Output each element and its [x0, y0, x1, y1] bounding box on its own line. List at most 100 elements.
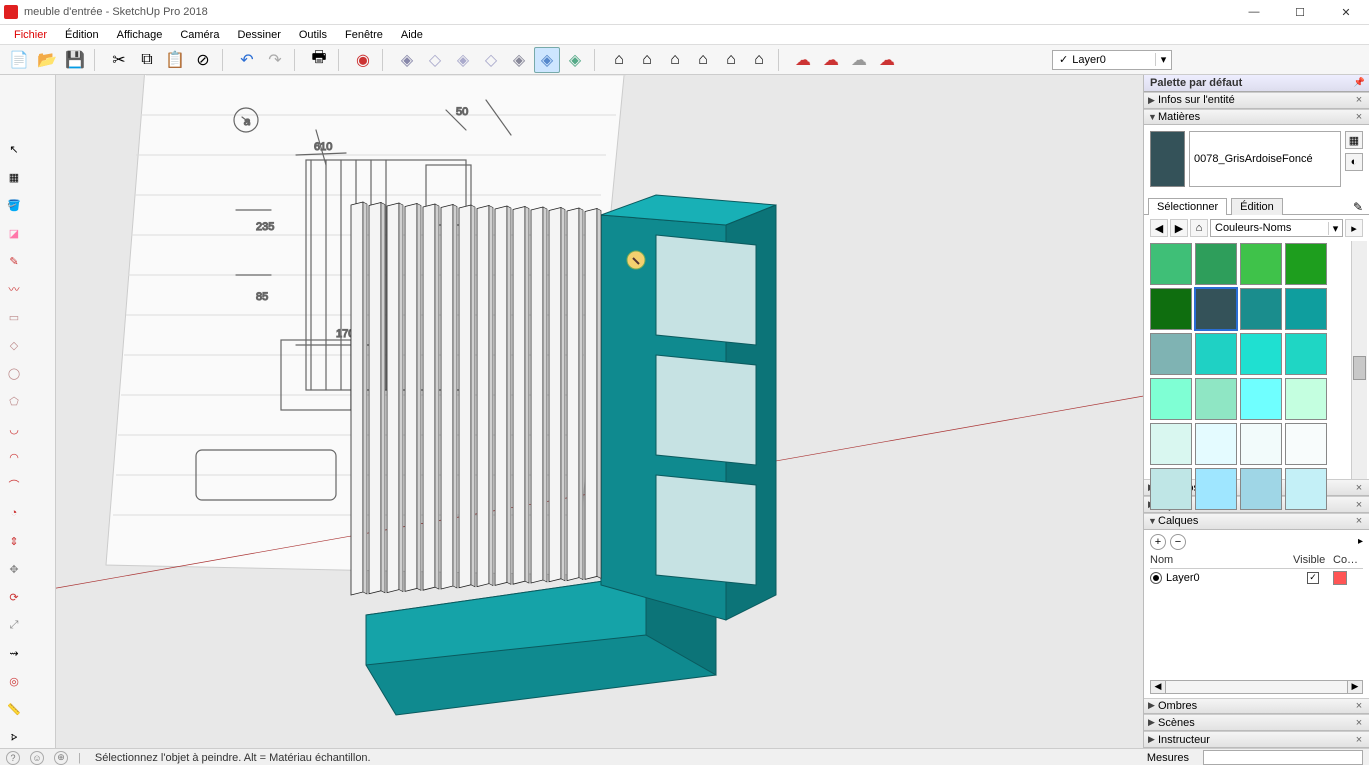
swatch-scrollbar[interactable]: [1351, 241, 1367, 479]
circle-tool[interactable]: ◯: [1, 360, 27, 386]
menu-aide[interactable]: Aide: [393, 27, 431, 43]
rectangle-rot-tool[interactable]: ◇: [1, 332, 27, 358]
menu-camera[interactable]: Caméra: [172, 27, 227, 43]
scrollbar-thumb[interactable]: [1353, 356, 1366, 380]
default-material-button[interactable]: ◐: [1345, 153, 1363, 171]
scroll-right-icon[interactable]: ▶: [1347, 680, 1363, 694]
copy-button[interactable]: ⧉: [134, 47, 160, 73]
paint-bucket-tool[interactable]: 🪣: [1, 192, 27, 218]
make-component-tool[interactable]: ▦: [1, 164, 27, 190]
color-swatch[interactable]: [1195, 333, 1237, 375]
arc2-tool[interactable]: ◠: [1, 444, 27, 470]
view-left-button[interactable]: ⌂: [746, 47, 772, 73]
move-tool[interactable]: ✥: [1, 556, 27, 582]
layer-visible-checkbox[interactable]: ✓: [1307, 572, 1319, 584]
library-menu-button[interactable]: ▸: [1345, 219, 1363, 237]
color-swatch[interactable]: [1240, 288, 1282, 330]
menu-edition[interactable]: Édition: [57, 27, 107, 43]
style-wire-button[interactable]: ◇: [422, 47, 448, 73]
color-swatch[interactable]: [1150, 468, 1192, 510]
pie-tool[interactable]: ◔: [1, 500, 27, 526]
style-mono-button[interactable]: ◈: [506, 47, 532, 73]
panel-layers[interactable]: ▼ Calques ×: [1144, 513, 1369, 530]
open-file-button[interactable]: 📂: [34, 47, 60, 73]
undo-button[interactable]: ↶: [234, 47, 260, 73]
scroll-left-icon[interactable]: ◀: [1150, 680, 1166, 694]
minimize-button[interactable]: —: [1231, 0, 1277, 25]
panel-materials[interactable]: ▼ Matières ×: [1144, 109, 1369, 126]
tape-tool[interactable]: 📏: [1, 696, 27, 722]
new-file-button[interactable]: 📄: [6, 47, 32, 73]
viewport[interactable]: a 610 50 235 85 170: [56, 75, 1143, 748]
color-swatch[interactable]: [1240, 243, 1282, 285]
color-swatch[interactable]: [1285, 243, 1327, 285]
color-swatch[interactable]: [1240, 378, 1282, 420]
close-icon[interactable]: ×: [1353, 700, 1365, 712]
tab-edit[interactable]: Édition: [1231, 198, 1283, 215]
color-swatch[interactable]: [1285, 333, 1327, 375]
redo-button[interactable]: ↷: [262, 47, 288, 73]
view-front-button[interactable]: ⌂: [662, 47, 688, 73]
color-swatch[interactable]: [1195, 468, 1237, 510]
offset-tool[interactable]: ◎: [1, 668, 27, 694]
remove-layer-button[interactable]: −: [1170, 534, 1186, 550]
color-swatch[interactable]: [1195, 378, 1237, 420]
close-button[interactable]: ✕: [1323, 0, 1369, 25]
color-swatch[interactable]: [1240, 333, 1282, 375]
col-color[interactable]: Co…: [1333, 554, 1363, 566]
material-name-field[interactable]: [1189, 131, 1341, 187]
color-swatch[interactable]: [1285, 288, 1327, 330]
color-swatch[interactable]: [1150, 378, 1192, 420]
color-swatch[interactable]: [1285, 378, 1327, 420]
protractor-tool[interactable]: ⦠: [1, 724, 27, 750]
add-layer-button[interactable]: +: [1150, 534, 1166, 550]
material-library-combo[interactable]: Couleurs-Noms ▾: [1210, 219, 1343, 237]
color-swatch[interactable]: [1195, 288, 1237, 330]
share-button[interactable]: ☁: [818, 47, 844, 73]
color-swatch[interactable]: [1240, 423, 1282, 465]
close-icon[interactable]: ×: [1353, 717, 1365, 729]
panel-entity-info[interactable]: ▶ Infos sur l'entité ×: [1144, 92, 1369, 109]
status-user-icon[interactable]: ☺: [30, 751, 44, 765]
followme-tool[interactable]: ⇝: [1, 640, 27, 666]
freehand-tool[interactable]: 〰: [1, 276, 27, 302]
style-xray-button[interactable]: ◈: [534, 47, 560, 73]
view-iso-button[interactable]: ⌂: [606, 47, 632, 73]
color-swatch[interactable]: [1285, 468, 1327, 510]
col-name[interactable]: Nom: [1150, 554, 1293, 566]
panel-instructor[interactable]: ▶ Instructeur ×: [1144, 731, 1369, 748]
menu-dessiner[interactable]: Dessiner: [229, 27, 288, 43]
nav-back-button[interactable]: ◀: [1150, 219, 1168, 237]
close-icon[interactable]: ×: [1353, 515, 1365, 527]
line-tool[interactable]: ✎: [1, 248, 27, 274]
save-file-button[interactable]: 💾: [62, 47, 88, 73]
status-geo-icon[interactable]: ⊕: [54, 751, 68, 765]
layer-name[interactable]: Layer0: [1166, 572, 1293, 584]
polygon-tool[interactable]: ⬠: [1, 388, 27, 414]
measure-input[interactable]: [1203, 750, 1363, 765]
layers-hscroll[interactable]: ◀ ▶: [1150, 680, 1363, 694]
warehouse-button[interactable]: ☁: [790, 47, 816, 73]
close-icon[interactable]: ×: [1353, 734, 1365, 746]
select-tool[interactable]: ↖: [1, 136, 27, 162]
menu-fenetre[interactable]: Fenêtre: [337, 27, 391, 43]
scroll-track[interactable]: [1166, 680, 1347, 694]
close-icon[interactable]: ×: [1353, 482, 1365, 494]
menu-outils[interactable]: Outils: [291, 27, 335, 43]
color-swatch[interactable]: [1285, 423, 1327, 465]
close-icon[interactable]: ×: [1353, 94, 1365, 106]
color-swatch[interactable]: [1150, 243, 1192, 285]
arc-tool[interactable]: ◡: [1, 416, 27, 442]
view-right-button[interactable]: ⌂: [690, 47, 716, 73]
create-material-button[interactable]: ▦: [1345, 131, 1363, 149]
layer-row[interactable]: Layer0 ✓: [1150, 569, 1363, 587]
panel-scenes[interactable]: ▶ Scènes ×: [1144, 714, 1369, 731]
print-button[interactable]: 🖶: [306, 47, 332, 73]
status-help-icon[interactable]: ?: [6, 751, 20, 765]
scale-tool[interactable]: ⤢: [1, 612, 27, 638]
close-icon[interactable]: ×: [1353, 499, 1365, 511]
pin-icon[interactable]: 📌: [1354, 77, 1369, 88]
layer-color-swatch[interactable]: [1333, 571, 1347, 585]
layer-combo[interactable]: ✓ Layer0 ▾: [1052, 50, 1172, 70]
model-info-button[interactable]: ◉: [350, 47, 376, 73]
